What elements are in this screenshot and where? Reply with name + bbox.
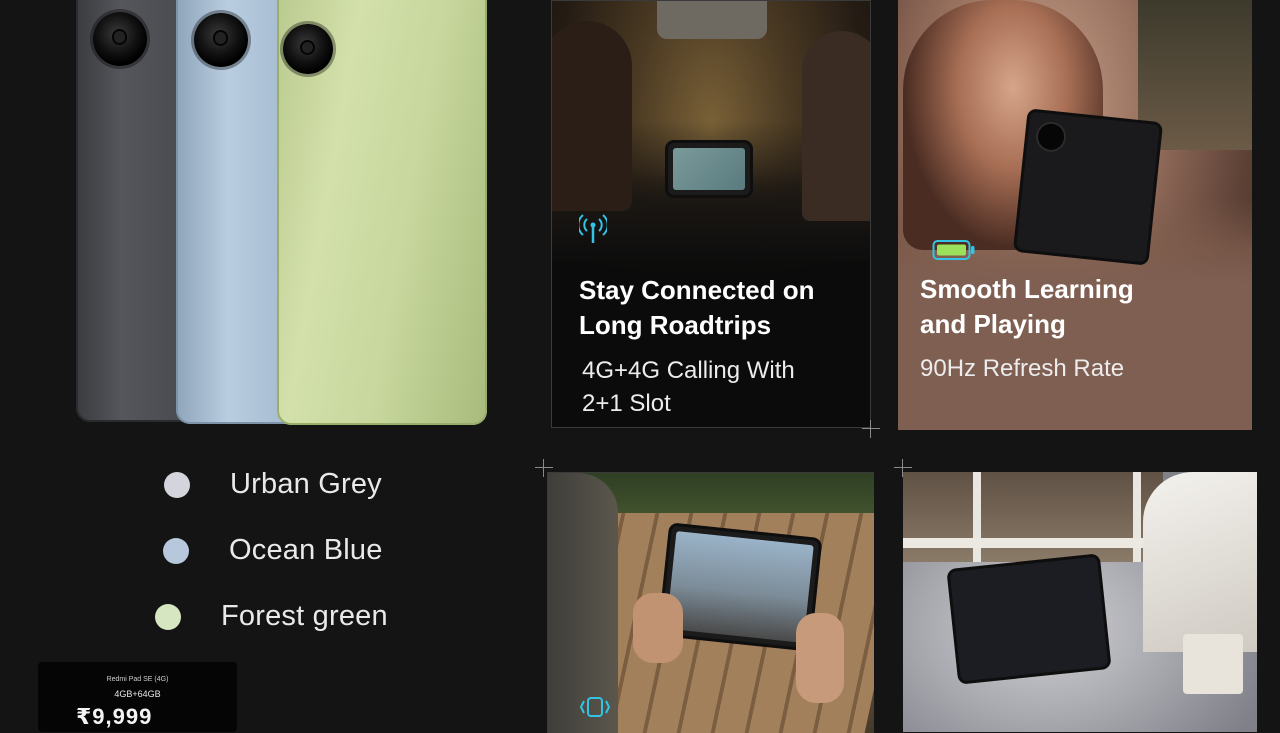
color-label: Urban Grey: [230, 468, 382, 500]
scene-blocks: [1183, 634, 1243, 694]
price-value: ₹9,999: [76, 704, 153, 729]
scene-hand-left: [633, 593, 683, 663]
scene-person-left: [552, 21, 632, 211]
feature-card-video: [547, 472, 874, 733]
tablet-forest-green: [277, 0, 487, 425]
scene-shelf: [903, 472, 1163, 562]
grid-marker: [862, 420, 880, 438]
camera-icon: [1036, 122, 1066, 152]
feature-title: Stay Connected on Long Roadtrips: [579, 275, 815, 340]
color-swatch: [155, 603, 181, 630]
feature-card-roadtrips: Stay Connected on Long Roadtrips 4G+4G C…: [551, 0, 871, 428]
scene-person-right: [802, 31, 870, 221]
feature-subtitle: 4G+4G Calling With 2+1 Slot: [582, 357, 795, 417]
color-option-urban-grey[interactable]: Urban Grey: [164, 468, 382, 501]
scene-shelf-divider: [1133, 472, 1141, 562]
feature-title: Smooth Learning and Playing: [920, 274, 1134, 339]
price-card: Redmi Pad SE (4G) 4GB+64GB ₹9,999: [38, 662, 237, 732]
scene-person: [548, 473, 618, 733]
scene-hand-right: [796, 613, 844, 703]
feature-card-learning: Smooth Learning and Playing 90Hz Refresh…: [898, 0, 1252, 430]
feature-subtitle: 90Hz Refresh Rate: [920, 355, 1125, 382]
color-swatch: [163, 537, 189, 564]
scene-person: [1143, 472, 1257, 652]
scene-shelf-board: [903, 538, 1163, 548]
feature-card-study: [903, 472, 1257, 732]
scene-shelf-divider: [973, 472, 981, 562]
color-label: Ocean Blue: [229, 534, 383, 566]
dashboard-tablet: [668, 143, 750, 195]
held-tablet: [1016, 111, 1160, 263]
camera-icon: [283, 24, 333, 74]
grid-marker: [894, 459, 912, 477]
vibration-icon: [579, 697, 611, 717]
color-option-ocean-blue[interactable]: Ocean Blue: [163, 534, 383, 567]
color-swatch: [164, 471, 190, 498]
model-name: Redmi Pad SE (4G): [106, 676, 169, 683]
standing-tablet: [949, 556, 1109, 682]
battery-icon: [932, 240, 975, 260]
grid-marker: [535, 459, 553, 477]
antenna-icon: [579, 214, 607, 243]
color-option-forest-green[interactable]: Forest green: [155, 600, 388, 633]
variant-label: 4GB+64GB: [114, 689, 161, 699]
scene-mirror: [657, 1, 767, 39]
camera-icon: [194, 13, 248, 67]
camera-icon: [93, 12, 147, 66]
color-label: Forest green: [221, 600, 388, 632]
